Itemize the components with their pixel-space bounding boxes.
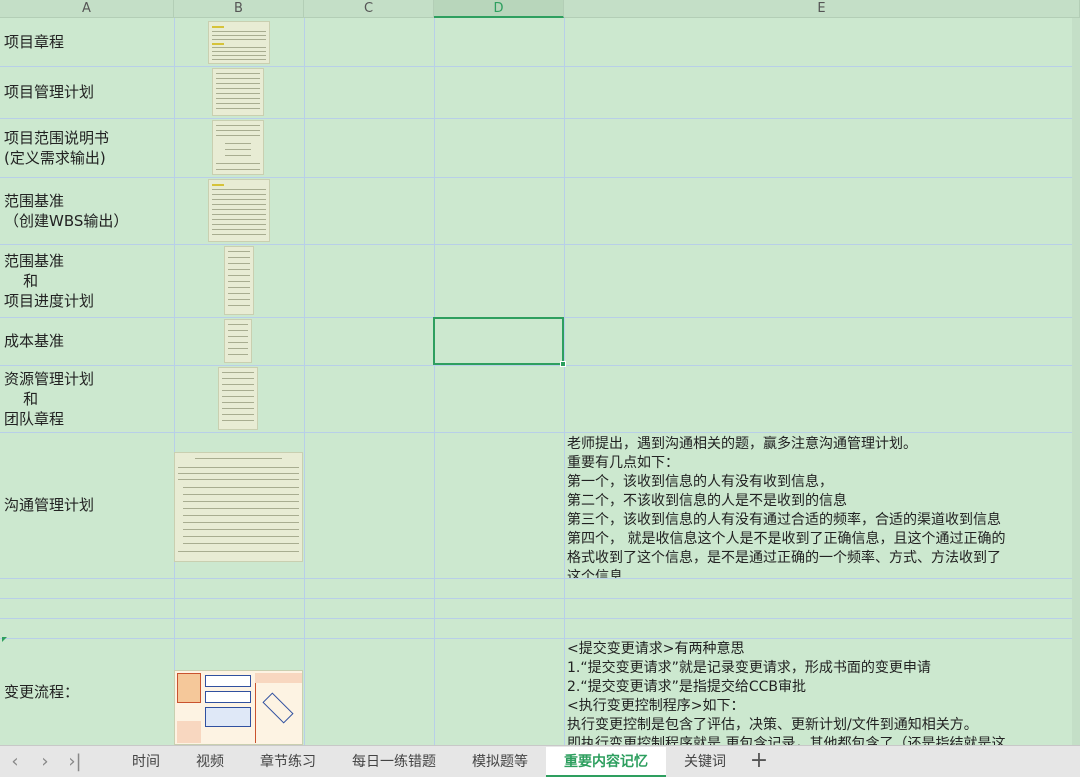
last-sheet-icon[interactable]: ›| bbox=[60, 747, 90, 777]
tab-daily-mistakes[interactable]: 每日一练错题 bbox=[334, 747, 454, 777]
document-thumbnail[interactable] bbox=[212, 68, 264, 116]
row-label-scope-statement[interactable]: 项目范围说明书 (定义需求输出) bbox=[4, 118, 109, 177]
document-thumbnail[interactable] bbox=[218, 367, 258, 430]
tab-time[interactable]: 时间 bbox=[114, 747, 178, 777]
tab-chapter-practice[interactable]: 章节练习 bbox=[242, 747, 334, 777]
grid-line bbox=[0, 432, 1080, 433]
row-label-project-charter[interactable]: 项目章程 bbox=[4, 18, 64, 66]
note-line: 2.“提交变更请求”是指提交给CCB审批 bbox=[567, 679, 807, 695]
sheet-tab-bar: ‹ › ›| 时间 视频 章节练习 每日一练错题 模拟题等 重要内容记忆 关键词… bbox=[0, 745, 1080, 777]
comment-indicator-icon bbox=[2, 637, 7, 642]
grid-line bbox=[0, 638, 1080, 639]
document-thumbnail[interactable] bbox=[224, 319, 252, 363]
note-line: 第二个，不该收到信息的人是不是收到的信息 bbox=[567, 493, 847, 509]
note-line: 执行变更控制是包含了评估，决策、更新计划/文件到通知相关方。 bbox=[567, 717, 978, 733]
grid-line bbox=[0, 66, 1080, 67]
grid-line bbox=[434, 18, 435, 745]
grid-line bbox=[0, 244, 1080, 245]
document-thumbnail[interactable] bbox=[224, 246, 254, 315]
tab-video[interactable]: 视频 bbox=[178, 747, 242, 777]
document-thumbnail[interactable] bbox=[208, 21, 270, 64]
document-thumbnail[interactable] bbox=[208, 179, 270, 242]
grid-line bbox=[304, 18, 305, 745]
note-line: <执行变更控制程序>如下： bbox=[567, 698, 745, 714]
grid-line bbox=[0, 365, 1080, 366]
row-label-resource-plan[interactable]: 资源管理计划 和 团队章程 bbox=[4, 365, 94, 432]
column-header-d[interactable]: D bbox=[434, 0, 564, 18]
column-header-c[interactable]: C bbox=[304, 0, 434, 18]
grid-line bbox=[0, 578, 1080, 579]
note-line: 格式收到了这个信息，是不是通过正确的一个频率、方式、方法收到了 bbox=[567, 550, 1001, 566]
row-label-scope-baseline[interactable]: 范围基准 （创建WBS输出） bbox=[4, 177, 128, 244]
note-line: 即执行变更控制程序就是 更包含记录，其他都包含了（还是指结就是这 bbox=[567, 736, 1006, 745]
grid-line bbox=[0, 618, 1080, 619]
add-sheet-icon[interactable]: + bbox=[744, 747, 774, 777]
note-line: 第一个，该收到信息的人有没有收到信息， bbox=[567, 474, 833, 490]
row-label-communication-plan[interactable]: 沟通管理计划 bbox=[4, 432, 94, 578]
note-line: 第四个， 就是收信息这个人是不是收到了正确信息，且这个通过正确的 bbox=[567, 531, 1006, 547]
note-line: 第三个，该收到信息的人有没有通过合适的频率，合适的渠道收到信息 bbox=[567, 512, 1001, 528]
row-label-change-process[interactable]: 变更流程： bbox=[4, 638, 79, 745]
fill-handle[interactable] bbox=[560, 361, 566, 367]
grid-line bbox=[0, 118, 1080, 119]
note-line: 这个信息 bbox=[567, 569, 623, 578]
note-line: <提交变更请求>有两种意思 bbox=[567, 641, 745, 657]
tab-key-content[interactable]: 重要内容记忆 bbox=[546, 746, 666, 777]
grid-line bbox=[564, 18, 565, 745]
row-label-cost-baseline[interactable]: 成本基准 bbox=[4, 317, 64, 365]
tab-mock-exams[interactable]: 模拟题等 bbox=[454, 747, 546, 777]
tab-keywords[interactable]: 关键词 bbox=[666, 747, 744, 777]
column-header-b[interactable]: B bbox=[174, 0, 304, 18]
note-line: 重要有几点如下： bbox=[567, 455, 679, 471]
row-label-scope-and-schedule[interactable]: 范围基准 和 项目进度计划 bbox=[4, 244, 94, 317]
document-thumbnail[interactable] bbox=[212, 120, 264, 175]
vertical-scrollbar[interactable] bbox=[1072, 18, 1080, 745]
communication-notes[interactable]: 老师提出，遇到沟通相关的题，赢多注意沟通管理计划。 重要有几点如下： 第一个，该… bbox=[567, 435, 1072, 578]
row-label-project-management-plan[interactable]: 项目管理计划 bbox=[4, 66, 94, 118]
spreadsheet-grid[interactable]: A B C D E 项目章程 项目管理计划 项目范围说明书 (定义需求输出) 范… bbox=[0, 0, 1080, 745]
document-thumbnail[interactable] bbox=[174, 452, 303, 562]
next-sheet-icon[interactable]: › bbox=[30, 747, 60, 777]
change-process-notes[interactable]: <提交变更请求>有两种意思 1.“提交变更请求”就是记录变更请求，形成书面的变更… bbox=[567, 640, 1072, 745]
prev-sheet-icon[interactable]: ‹ bbox=[0, 747, 30, 777]
note-line: 老师提出，遇到沟通相关的题，赢多注意沟通管理计划。 bbox=[567, 436, 917, 452]
grid-line bbox=[0, 177, 1080, 178]
grid-line bbox=[0, 598, 1080, 599]
column-header-a[interactable]: A bbox=[0, 0, 174, 18]
selected-cell[interactable] bbox=[433, 317, 566, 367]
note-line: 1.“提交变更请求”就是记录变更请求，形成书面的变更申请 bbox=[567, 660, 931, 676]
flowchart-thumbnail[interactable] bbox=[174, 670, 303, 745]
column-header-e[interactable]: E bbox=[564, 0, 1080, 18]
grid-line bbox=[174, 18, 175, 745]
